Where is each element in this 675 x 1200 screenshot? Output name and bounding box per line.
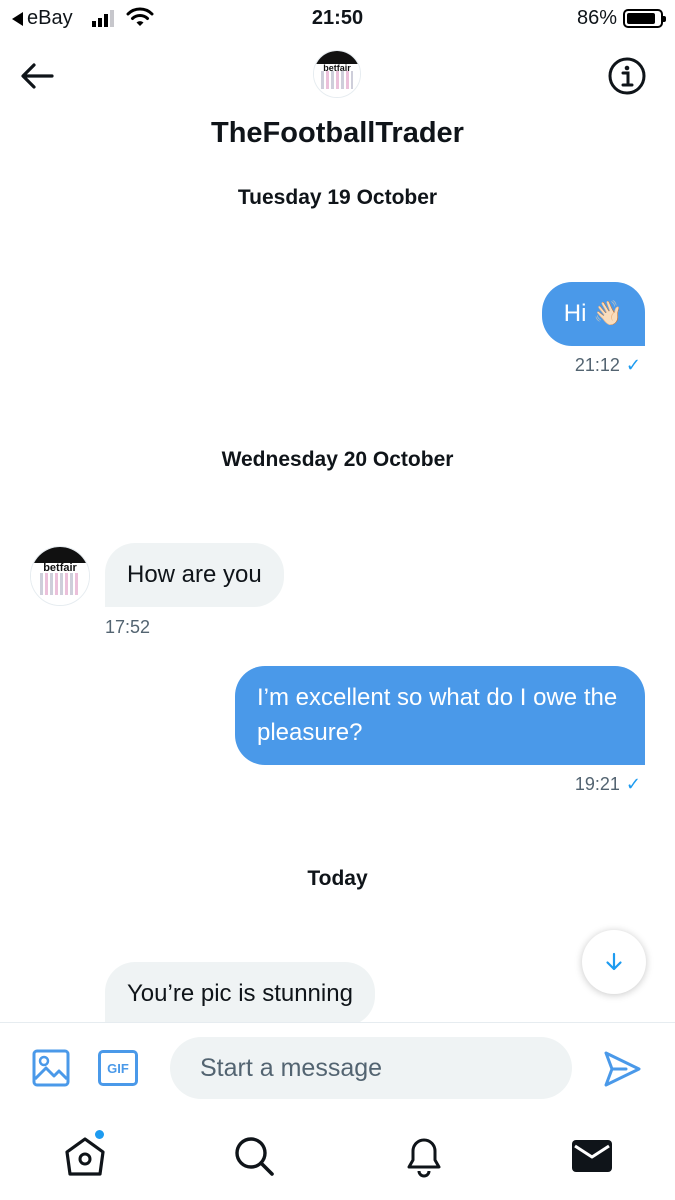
battery-icon xyxy=(623,9,666,28)
message-composer: GIF xyxy=(0,1022,675,1114)
status-time: 21:50 xyxy=(311,7,364,29)
sender-avatar[interactable]: betfair xyxy=(30,546,90,606)
home-icon[interactable] xyxy=(63,1134,107,1178)
message-time: 17:52 xyxy=(105,617,151,637)
scroll-to-bottom-button[interactable] xyxy=(582,930,646,994)
status-bar: eBay 21:50 86% xyxy=(0,0,675,40)
gif-button[interactable]: GIF xyxy=(98,1050,138,1086)
message-time: 19:21 xyxy=(574,774,620,794)
info-icon[interactable] xyxy=(607,56,647,96)
bell-icon[interactable] xyxy=(402,1134,446,1178)
conversation-avatar[interactable]: betfair xyxy=(313,50,361,98)
bottom-tab-bar xyxy=(0,1114,675,1200)
read-check-icon: ✓ xyxy=(625,774,641,794)
message-bubble-incoming[interactable]: How are you xyxy=(105,543,284,607)
notification-dot xyxy=(95,1130,104,1139)
message-input[interactable] xyxy=(170,1037,572,1099)
image-icon[interactable] xyxy=(32,1049,70,1087)
message-bubble-incoming[interactable]: You’re pic is stunning xyxy=(105,962,375,1026)
date-separator: Wednesday 20 October xyxy=(221,448,454,471)
search-icon[interactable] xyxy=(232,1134,276,1178)
date-separator: Tuesday 19 October xyxy=(237,186,438,209)
message-bubble-outgoing[interactable]: Hi 👋🏻 xyxy=(541,282,645,346)
message-meta: 19:21 ✓ xyxy=(575,774,641,795)
mail-icon[interactable] xyxy=(570,1134,614,1178)
conversation-title: TheFootballTrader xyxy=(211,117,464,149)
send-icon[interactable] xyxy=(602,1049,642,1089)
message-bubble-outgoing[interactable]: I’m excellent so what do I owe the pleas… xyxy=(235,666,645,765)
back-arrow-icon[interactable] xyxy=(18,58,58,94)
arrow-down-icon xyxy=(606,952,622,971)
message-meta: 21:12 ✓ xyxy=(575,355,641,376)
read-check-icon: ✓ xyxy=(625,355,641,375)
date-separator: Today xyxy=(307,867,368,890)
message-time: 21:12 xyxy=(574,355,620,375)
battery-percentage: 86% xyxy=(576,7,617,29)
